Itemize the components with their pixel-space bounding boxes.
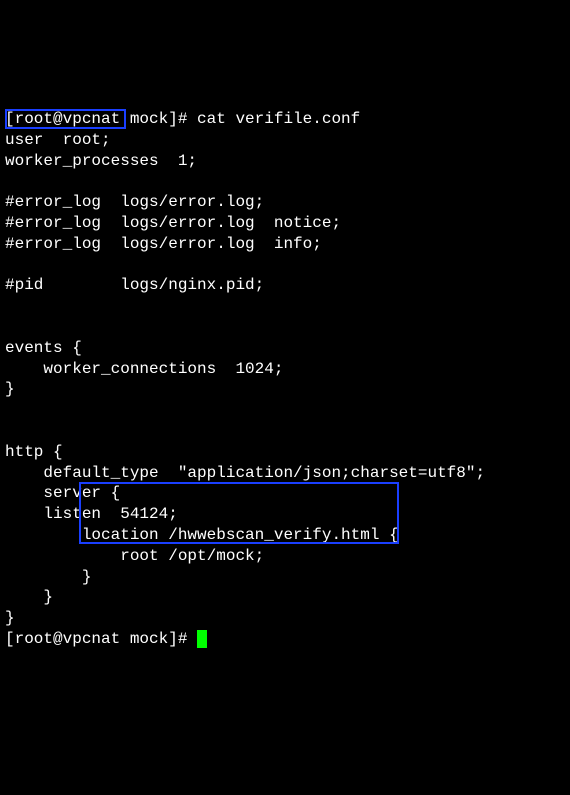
config-line: #error_log logs/error.log info;	[5, 235, 322, 253]
config-line: server {	[5, 484, 120, 502]
terminal-window[interactable]: [root@vpcnat mock]# cat verifile.conf us…	[5, 88, 565, 691]
shell-prompt: [root@vpcnat mock]#	[5, 630, 197, 648]
config-line: events {	[5, 339, 82, 357]
config-line: #error_log logs/error.log notice;	[5, 214, 341, 232]
config-line: }	[5, 609, 15, 627]
config-line: user root;	[5, 131, 111, 149]
prompt-line-2: [root@vpcnat mock]#	[5, 630, 207, 648]
config-line: location /hwwebscan_verify.html {	[5, 526, 399, 544]
shell-prompt: [root@vpcnat mock]#	[5, 110, 197, 128]
config-line: root /opt/mock;	[5, 547, 264, 565]
config-line: }	[5, 588, 53, 606]
config-line: worker_connections 1024;	[5, 360, 283, 378]
command-text: cat verifile.conf	[197, 110, 360, 128]
config-line: #error_log logs/error.log;	[5, 193, 264, 211]
config-line: #pid logs/nginx.pid;	[5, 276, 264, 294]
config-line: default_type "application/json;charset=u…	[5, 464, 485, 482]
cursor-icon	[197, 630, 207, 648]
config-line: http {	[5, 443, 63, 461]
config-line: }	[5, 380, 15, 398]
config-line: listen 54124;	[5, 505, 178, 523]
config-line: worker_processes 1;	[5, 152, 197, 170]
prompt-line-1: [root@vpcnat mock]# cat verifile.conf	[5, 110, 360, 128]
config-line: }	[5, 568, 91, 586]
